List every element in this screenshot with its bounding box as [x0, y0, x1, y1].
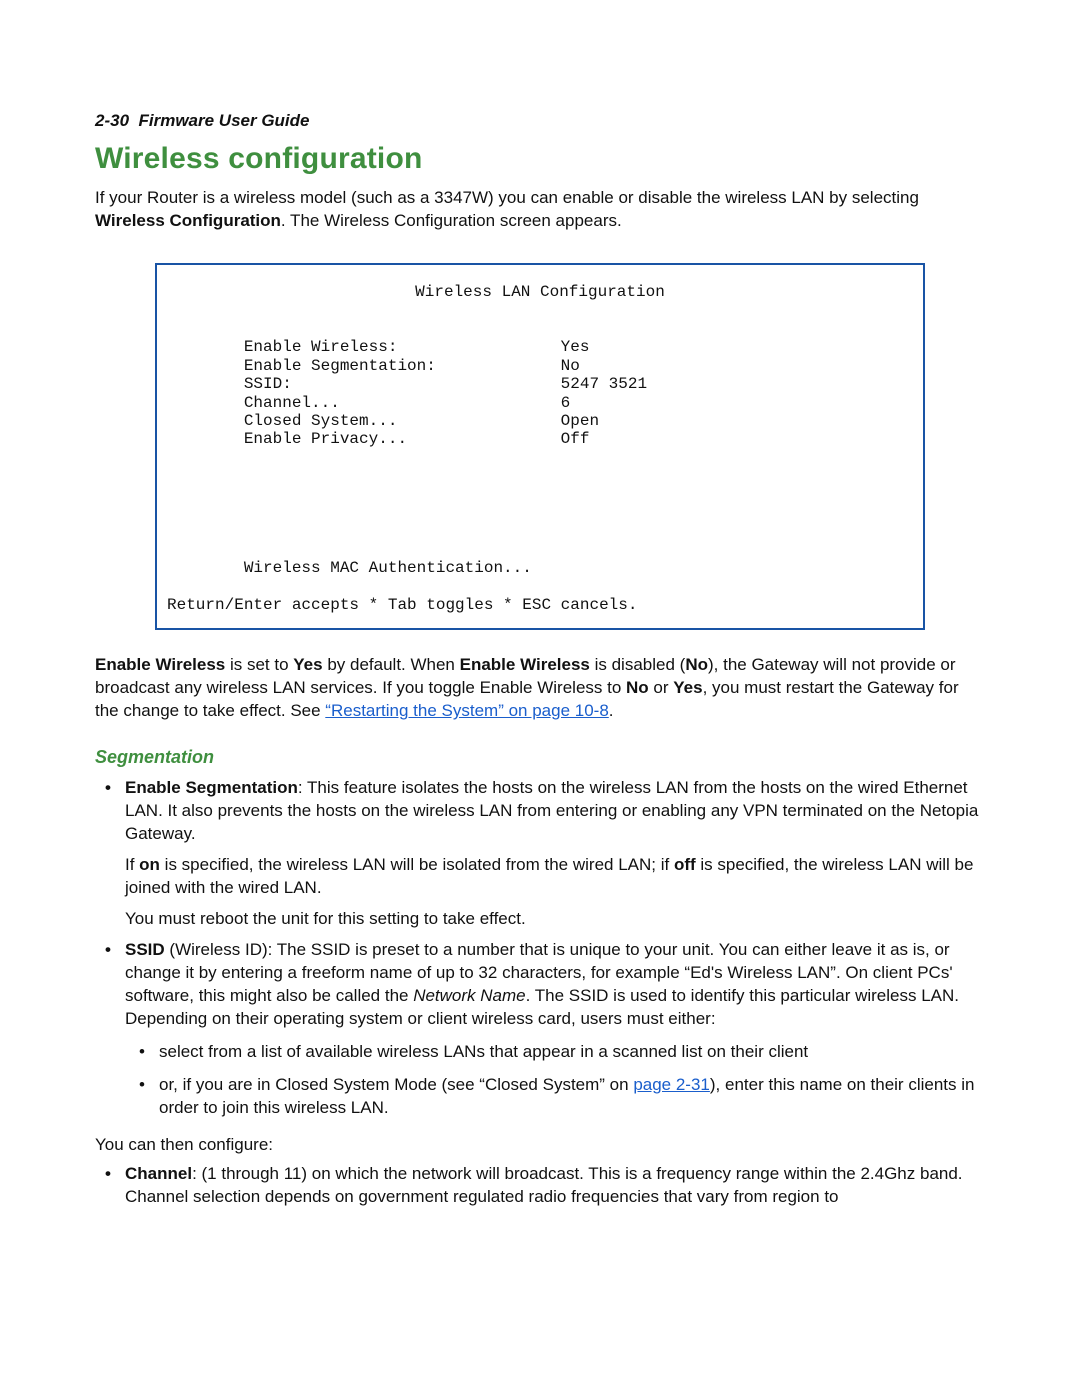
list-item: or, if you are in Closed System Mode (se… — [125, 1074, 985, 1120]
section-title: Wireless configuration — [95, 139, 985, 180]
list-item: Enable Segmentation: This feature isolat… — [95, 777, 985, 931]
restart-system-link[interactable]: “Restarting the System” on page 10-8 — [325, 701, 608, 720]
intro-paragraph: If your Router is a wireless model (such… — [95, 187, 985, 233]
then-configure-text: You can then configure: — [95, 1134, 985, 1157]
bullet-list: Enable Segmentation: This feature isolat… — [95, 777, 985, 1119]
closed-system-page-link[interactable]: page 2-31 — [633, 1075, 710, 1094]
terminal-screenshot: Wireless LAN Configuration Enable Wirele… — [155, 263, 925, 630]
enable-wireless-paragraph: Enable Wireless is set to Yes by default… — [95, 654, 985, 723]
list-item: Channel: (1 through 11) on which the net… — [95, 1163, 985, 1209]
page-ref: 2-30 — [95, 111, 129, 130]
terminal-title: Wireless LAN Configuration — [167, 283, 913, 301]
list-item: select from a list of available wireless… — [125, 1041, 985, 1064]
segmentation-heading: Segmentation — [95, 745, 985, 769]
terminal-body: Enable Wireless: Yes Enable Segmentation… — [167, 320, 913, 614]
sub-bullet-list: select from a list of available wireless… — [125, 1041, 985, 1120]
page-content: 2-30 Firmware User Guide Wireless config… — [0, 0, 1080, 1274]
page-header: 2-30 Firmware User Guide — [95, 110, 985, 133]
list-item: SSID (Wireless ID): The SSID is preset t… — [95, 939, 985, 1120]
doc-title: Firmware User Guide — [138, 111, 309, 130]
bullet-list: Channel: (1 through 11) on which the net… — [95, 1163, 985, 1209]
